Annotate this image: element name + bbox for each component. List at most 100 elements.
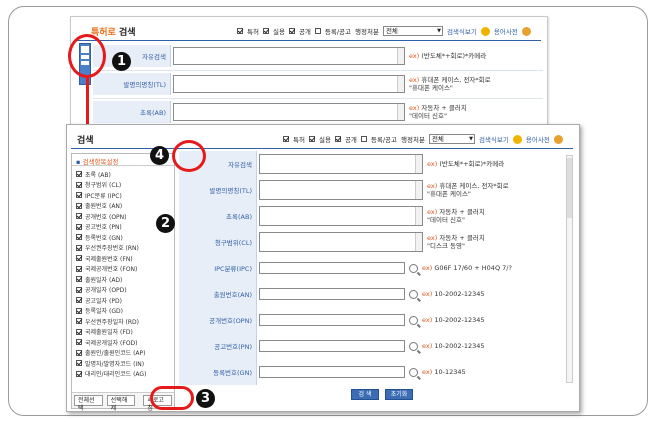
item-checkbox[interactable] — [76, 202, 82, 209]
item-checkbox[interactable] — [76, 328, 82, 335]
field-input[interactable] — [259, 340, 405, 352]
search-icon[interactable] — [409, 341, 418, 351]
list-item[interactable]: 초록 (AB) — [76, 169, 170, 180]
search-button[interactable]: 검 색 — [351, 389, 379, 400]
input-scrollbar[interactable] — [415, 155, 422, 173]
back-status-select[interactable]: 전체 — [382, 26, 443, 36]
field-input[interactable] — [259, 206, 423, 226]
scrollbar-thumb[interactable] — [567, 158, 572, 218]
list-item[interactable]: IPC분류 (IPC) — [76, 190, 170, 201]
list-item[interactable]: 우선권주장번호 (RN) — [76, 243, 170, 254]
list-item[interactable]: 공개일자 (OPD) — [76, 285, 170, 296]
item-label: 우선권주장일자 (RD) — [85, 318, 140, 326]
field-input[interactable] — [259, 314, 405, 326]
field-row: IPC분류(IPC) ex) G06F 17/60 + H04Q 7/? — [179, 255, 512, 281]
input-scrollbar[interactable] — [415, 233, 422, 251]
select-all-button[interactable]: 전체선택 — [74, 395, 103, 411]
back-field-input[interactable] — [173, 103, 405, 121]
front-opt1-checkbox[interactable] — [283, 136, 289, 142]
field-input[interactable] — [259, 180, 423, 200]
item-checkbox[interactable] — [76, 349, 82, 356]
front-opt3-checkbox[interactable] — [334, 136, 341, 142]
list-item[interactable]: 대리인/대리인코드 (AG) — [76, 369, 170, 380]
search-icon[interactable] — [409, 315, 418, 325]
search-icon[interactable] — [409, 289, 418, 299]
item-checkbox[interactable] — [76, 297, 82, 304]
back-opt3-checkbox[interactable] — [288, 28, 295, 34]
field-hint: ex) 10-2002-12345 — [422, 290, 485, 298]
list-item[interactable]: 국제출원일자 (FD) — [76, 327, 170, 338]
search-icon[interactable] — [409, 367, 418, 377]
item-label: 출원번호 (AN) — [85, 203, 123, 211]
item-checkbox[interactable] — [76, 192, 82, 199]
hint-sub: "휴대폰 케이스" — [409, 84, 453, 92]
item-checkbox[interactable] — [76, 255, 82, 262]
front-toolbar: 검색 특허 실용 공개 등록/공고 행정처분 전체 검색식보기 용어사전 — [71, 129, 573, 149]
list-item[interactable]: 등록일자 (GD) — [76, 306, 170, 317]
item-checkbox[interactable] — [76, 370, 82, 377]
field-input[interactable] — [259, 288, 405, 300]
item-label: 출원일자 (AD) — [85, 276, 123, 284]
item-label: 대리인/대리인코드 (AG) — [85, 371, 147, 379]
back-field-input[interactable] — [173, 47, 405, 65]
back-link-formula[interactable]: 검색식보기 — [447, 26, 477, 36]
item-checkbox[interactable] — [76, 318, 82, 325]
item-checkbox[interactable] — [76, 223, 82, 230]
field-input[interactable] — [259, 366, 405, 378]
front-opt4-checkbox[interactable] — [360, 136, 367, 142]
front-opt2-checkbox[interactable] — [308, 136, 315, 142]
list-item[interactable]: 출원일자 (AD) — [76, 274, 170, 285]
field-input[interactable] — [259, 154, 423, 174]
back-field-input[interactable] — [173, 75, 405, 93]
field-label: 공개번호(OPN) — [179, 307, 257, 333]
deselect-button[interactable]: 선택해제 — [106, 395, 136, 411]
list-item[interactable]: 발명자/발명자코드 (IN) — [76, 358, 170, 369]
main-scrollbar[interactable] — [566, 155, 573, 383]
list-item[interactable]: 국제출원번호 (FN) — [76, 253, 170, 264]
item-checkbox[interactable] — [76, 244, 82, 251]
item-checkbox[interactable] — [76, 171, 82, 178]
item-checkbox[interactable] — [76, 213, 82, 220]
item-checkbox[interactable] — [76, 234, 82, 241]
input-scrollbar[interactable] — [397, 76, 404, 92]
list-item[interactable]: 우선권주장일자 (RD) — [76, 316, 170, 327]
reset-button[interactable]: 초기화 — [385, 389, 413, 400]
search-formula-icon[interactable] — [512, 134, 522, 144]
item-checkbox[interactable] — [76, 286, 82, 293]
item-checkbox[interactable] — [76, 181, 82, 188]
field-label: 초록(AB) — [179, 203, 257, 229]
back-opt2-checkbox[interactable] — [262, 28, 269, 34]
item-checkbox[interactable] — [76, 339, 82, 346]
input-scrollbar[interactable] — [415, 181, 422, 199]
item-label: 국제공개일자 (FOD) — [85, 339, 138, 347]
field-label: 등록번호(GN) — [179, 359, 257, 385]
item-checkbox[interactable] — [76, 307, 82, 314]
input-scrollbar[interactable] — [415, 207, 422, 225]
back-opt4-checkbox[interactable] — [314, 28, 321, 34]
front-status-select[interactable]: 전체 — [428, 134, 475, 144]
back-opt1-checkbox[interactable] — [237, 28, 243, 34]
input-scrollbar[interactable] — [397, 104, 404, 120]
item-checkbox[interactable] — [76, 276, 82, 283]
input-scrollbar[interactable] — [397, 48, 404, 64]
list-item[interactable]: 공고일자 (PD) — [76, 295, 170, 306]
list-item[interactable]: 출원인/출원인코드 (AP) — [76, 348, 170, 359]
field-label: 발명의명칭(TL) — [179, 177, 257, 203]
list-item[interactable]: 등록번호 (GN) — [76, 232, 170, 243]
dictionary-icon[interactable] — [553, 134, 563, 144]
search-icon[interactable] — [409, 263, 418, 273]
list-item[interactable]: 국제공개번호 (FON) — [76, 264, 170, 275]
list-item[interactable]: 출원번호 (AN) — [76, 201, 170, 212]
back-link-dictionary[interactable]: 용어사전 — [494, 26, 518, 36]
action-buttons: 검 색 초기화 — [351, 389, 413, 400]
item-checkbox[interactable] — [76, 360, 82, 367]
list-item[interactable]: 국제공개일자 (FOD) — [76, 337, 170, 348]
search-formula-icon[interactable] — [480, 26, 490, 36]
item-checkbox[interactable] — [76, 265, 82, 272]
front-link-dictionary[interactable]: 용어사전 — [526, 134, 550, 144]
front-link-formula[interactable]: 검색식보기 — [479, 134, 509, 144]
field-input[interactable] — [259, 262, 405, 274]
list-item[interactable]: 청구범위 (CL) — [76, 180, 170, 191]
dictionary-icon[interactable] — [521, 26, 531, 36]
field-input[interactable] — [259, 232, 423, 252]
